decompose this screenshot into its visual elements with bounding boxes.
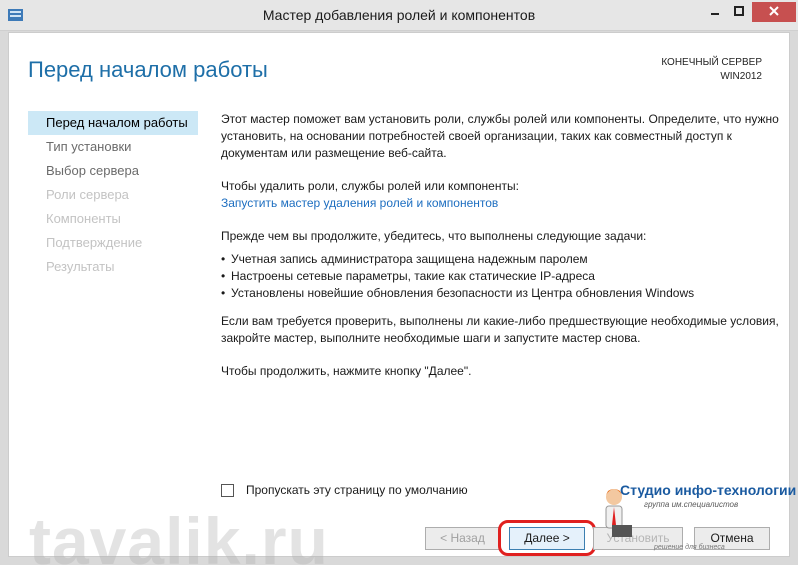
wizard-steps-nav: Перед началом работы Тип установки Выбор… (28, 111, 198, 279)
minimize-button[interactable] (703, 2, 727, 22)
skip-page-option[interactable]: Пропускать эту страницу по умолчанию (221, 483, 468, 497)
page-title: Перед началом работы (28, 57, 268, 82)
nav-step-confirmation: Подтверждение (46, 235, 143, 250)
studio-logo: Студио инфо-технологии группа им.специал… (598, 477, 797, 557)
task-list: Учетная запись администратора защищена н… (221, 251, 781, 302)
studio-name: Студио инфо-технологии (620, 482, 797, 498)
remove-wizard-link[interactable]: Запустить мастер удаления ролей и компон… (221, 196, 498, 210)
skip-page-label: Пропускать эту страницу по умолчанию (246, 483, 468, 497)
title-bar: Мастер добавления ролей и компонентов (0, 0, 798, 31)
remove-text: Чтобы удалить роли, службы ролей или ком… (221, 179, 519, 193)
skip-page-checkbox[interactable] (221, 483, 234, 497)
task-item: Настроены сетевые параметры, такие как с… (221, 268, 781, 285)
minimize-icon (710, 3, 720, 21)
continue-text: Чтобы продолжить, нажмите кнопку "Далее"… (221, 364, 472, 378)
destination-server: КОНЕЧНЫЙ СЕРВЕР WIN2012 (661, 56, 762, 84)
close-button[interactable] (752, 2, 796, 22)
server-name: WIN2012 (720, 71, 762, 82)
nav-step-features: Компоненты (46, 211, 121, 226)
studio-tagline: решение для бизнеса (654, 544, 725, 551)
remove-section: Чтобы удалить роли, службы ролей или ком… (221, 178, 781, 212)
nav-step-server-selection[interactable]: Выбор сервера (28, 159, 198, 183)
maximize-icon (734, 3, 744, 21)
next-button-highlight (498, 520, 596, 556)
task-item: Учетная запись администратора защищена н… (221, 251, 781, 268)
intro-text: Этот мастер поможет вам установить роли,… (221, 112, 779, 160)
nav-step-installation-type[interactable]: Тип установки (28, 135, 198, 159)
nav-step-before-you-begin[interactable]: Перед началом работы (28, 111, 198, 135)
studio-subtitle: группа им.специалистов (644, 500, 739, 509)
back-button[interactable]: < Назад (425, 527, 500, 550)
verify-text: Если вам требуется проверить, выполнены … (221, 314, 779, 345)
wizard-description: Этот мастер поможет вам установить роли,… (221, 111, 781, 396)
prereq-text: Прежде чем вы продолжите, убедитесь, что… (221, 229, 647, 243)
nav-step-server-roles: Роли сервера (46, 187, 129, 202)
close-icon (769, 3, 779, 21)
maximize-button[interactable] (727, 2, 751, 22)
server-label: КОНЕЧНЫЙ СЕРВЕР (661, 57, 762, 68)
nav-step-results: Результаты (46, 259, 115, 274)
watermark-text: tavalik.ru (29, 504, 329, 565)
task-item: Установлены новейшие обновления безопасн… (221, 285, 781, 302)
window-title: Мастер добавления ролей и компонентов (262, 7, 536, 23)
